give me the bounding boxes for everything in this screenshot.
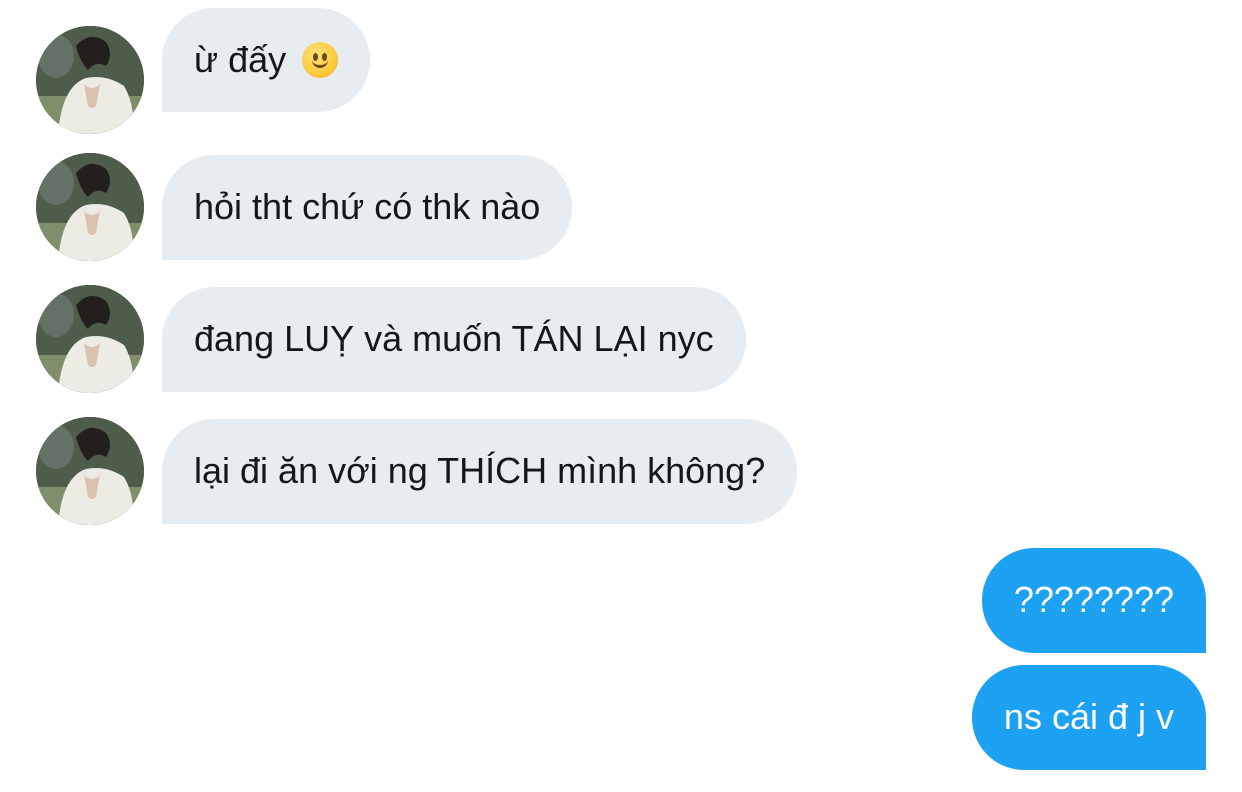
contact-avatar[interactable] xyxy=(36,417,144,525)
message-row-incoming: đang LUỴ và muốn TÁN LẠI nyc xyxy=(0,285,1242,393)
avatar-photo-icon xyxy=(36,26,144,134)
message-text: đang LUỴ và muốn TÁN LẠI nyc xyxy=(194,318,714,359)
message-text: ???????? xyxy=(1013,579,1174,620)
contact-avatar[interactable] xyxy=(36,285,144,393)
incoming-message-bubble[interactable]: lại đi ăn với ng THÍCH mình không? xyxy=(162,419,798,524)
message-row-incoming: hỏi tht chứ có thk nào xyxy=(0,153,1242,261)
contact-avatar[interactable] xyxy=(36,153,144,261)
avatar-photo-icon xyxy=(36,153,144,261)
incoming-message-bubble[interactable]: đang LUỴ và muốn TÁN LẠI nyc xyxy=(162,287,746,392)
slightly-smiling-face-icon xyxy=(302,42,339,78)
message-text: hỏi tht chứ có thk nào xyxy=(194,186,541,227)
contact-avatar[interactable] xyxy=(36,26,144,134)
message-text: ừ đấy xyxy=(194,39,287,80)
message-text: lại đi ăn với ng THÍCH mình không? xyxy=(194,450,766,491)
outgoing-message-bubble[interactable]: ???????? xyxy=(981,548,1206,653)
outgoing-message-bubble[interactable]: ns cái đ j v xyxy=(971,665,1206,770)
message-row-incoming: ừ đấy xyxy=(0,8,1242,134)
avatar-photo-icon xyxy=(36,417,144,525)
incoming-message-bubble[interactable]: hỏi tht chứ có thk nào xyxy=(162,155,573,260)
message-text: ns cái đ j v xyxy=(1003,696,1174,737)
avatar-photo-icon xyxy=(36,285,144,393)
message-row-incoming: lại đi ăn với ng THÍCH mình không? xyxy=(0,417,1242,525)
incoming-message-bubble[interactable]: ừ đấy xyxy=(162,8,371,112)
conversation-thread: ừ đấy hỏi tht chứ có thk nào đang LUỴ và… xyxy=(0,0,1242,792)
